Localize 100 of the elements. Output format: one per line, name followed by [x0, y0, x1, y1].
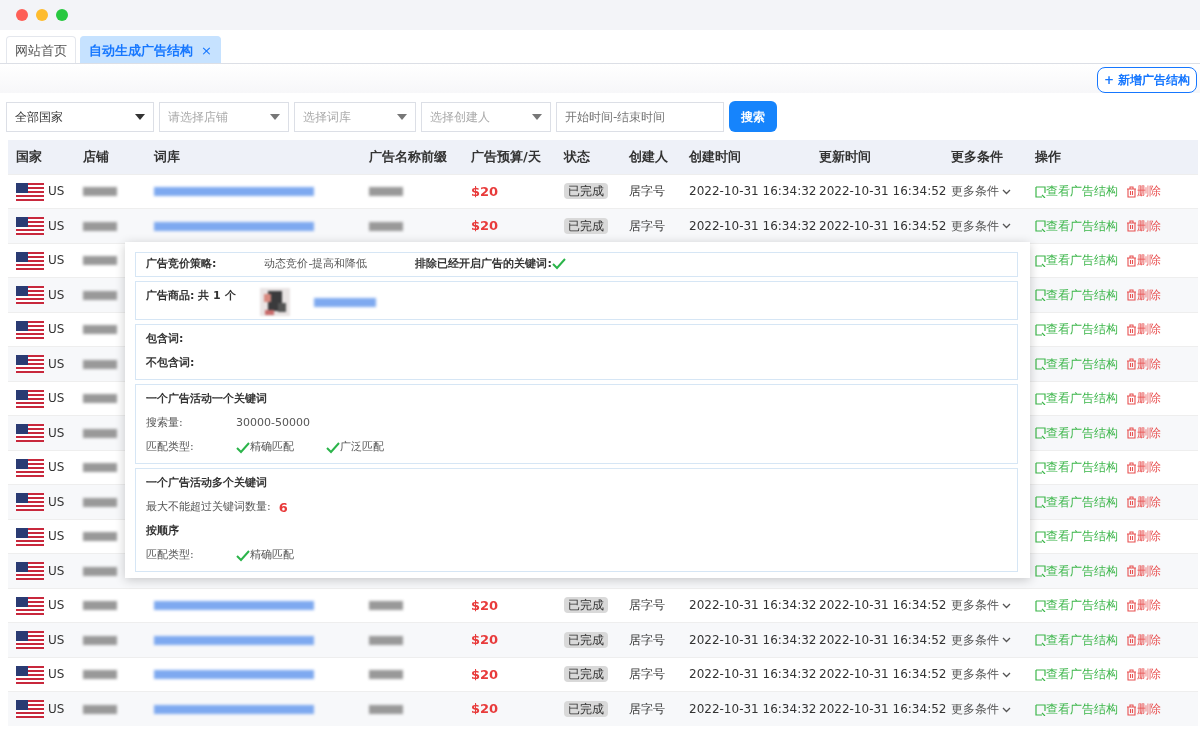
view-structure-link[interactable]: 查看广告结构	[1035, 632, 1118, 647]
minimize-dot[interactable]	[36, 9, 48, 21]
chevron-icon	[1002, 188, 1011, 195]
date-text: 2022-10-31 16:34:32	[689, 632, 817, 647]
view-structure-link[interactable]: 查看广告结构	[1035, 287, 1118, 302]
delete-link[interactable]: 删除	[1126, 425, 1161, 440]
view-structure-link[interactable]: 查看广告结构	[1035, 391, 1118, 406]
chevron-icon	[1002, 671, 1011, 678]
search-volume-label: 搜索量:	[146, 415, 184, 432]
delete-link[interactable]: 删除	[1126, 494, 1161, 509]
chevron-icon	[1002, 223, 1011, 230]
view-structure-link[interactable]: 查看广告结构	[1035, 184, 1118, 199]
trash-icon	[1126, 668, 1137, 681]
creator-text: 居字号	[629, 218, 665, 233]
view-structure-link[interactable]: 查看广告结构	[1035, 598, 1118, 613]
date-text: 2022-10-31 16:34:52	[819, 632, 947, 647]
view-icon	[1035, 703, 1046, 716]
column-header: 状态	[564, 149, 590, 164]
view-structure-link[interactable]: 查看广告结构	[1035, 356, 1118, 371]
delete-link[interactable]: 删除	[1126, 184, 1161, 199]
country-code: US	[48, 322, 65, 336]
blurred-text	[369, 670, 403, 680]
delete-link[interactable]: 删除	[1126, 702, 1161, 716]
delete-link[interactable]: 删除	[1126, 218, 1161, 233]
view-structure-link[interactable]: 查看广告结构	[1035, 253, 1118, 268]
country-code: US	[48, 356, 65, 371]
view-structure-link[interactable]: 查看广告结构	[1035, 322, 1118, 337]
close-dot[interactable]	[16, 9, 28, 21]
trash-icon	[1126, 358, 1137, 371]
delete-link[interactable]: 删除	[1126, 598, 1161, 613]
select-field[interactable]: 选择创建人	[421, 101, 551, 132]
column-header: 创建时间	[689, 149, 741, 164]
flag-icon	[16, 631, 44, 649]
budget-text: $20	[471, 666, 499, 682]
flag-icon	[16, 355, 44, 373]
more-conditions-dropdown[interactable]: 更多条件	[951, 598, 1011, 613]
order-label: 按顺序	[146, 523, 179, 540]
trash-icon	[1126, 289, 1137, 302]
date-text: 2022-10-31 16:34:52	[819, 184, 947, 199]
column-header: 创建人	[629, 149, 668, 164]
more-conditions-dropdown[interactable]: 更多条件	[951, 667, 1011, 682]
status-tag: 已完成	[564, 217, 608, 234]
tab[interactable]: 自动生成广告结构 ×	[80, 36, 221, 63]
blurred-text	[83, 601, 117, 611]
search-button[interactable]: 搜索	[729, 101, 777, 132]
blurred-text	[83, 463, 117, 473]
country-code: US	[48, 494, 65, 509]
delete-link[interactable]: 删除	[1126, 667, 1161, 682]
view-structure-link[interactable]: 查看广告结构	[1035, 667, 1118, 682]
section-title: 一个广告活动多个关键词	[146, 475, 267, 492]
add-button[interactable]: + 新增广告结构	[1096, 67, 1197, 93]
view-structure-link[interactable]: 查看广告结构	[1035, 529, 1118, 544]
select-field[interactable]: 全部国家	[6, 101, 154, 132]
strategy-label: 广告竞价策略:	[146, 256, 217, 272]
delete-link[interactable]: 删除	[1126, 322, 1161, 337]
delete-link[interactable]: 删除	[1126, 563, 1161, 578]
trash-icon	[1126, 220, 1137, 233]
blurred-text	[83, 394, 117, 404]
view-structure-link[interactable]: 查看广告结构	[1035, 563, 1118, 578]
column-header: 店铺	[83, 149, 109, 164]
flag-icon	[16, 320, 44, 339]
delete-link[interactable]: 删除	[1126, 391, 1161, 406]
search-volume-value: 30000-50000	[236, 415, 310, 432]
select-field[interactable]: 请选择店铺	[159, 101, 289, 132]
date-range-field[interactable]: 开始时间-结束时间	[556, 101, 724, 132]
delete-link[interactable]: 删除	[1126, 287, 1161, 302]
budget-text: $20	[471, 701, 499, 717]
caret-icon	[135, 113, 145, 120]
view-structure-link[interactable]: 查看广告结构	[1035, 460, 1118, 475]
chevron-icon	[1002, 706, 1011, 713]
chevron-icon	[1002, 637, 1011, 644]
blurred-text	[369, 635, 403, 645]
delete-link[interactable]: 删除	[1126, 632, 1161, 647]
view-icon	[1035, 634, 1046, 647]
close-tab-button[interactable]: ×	[201, 43, 212, 58]
country-code: US	[48, 391, 65, 405]
status-tag: 已完成	[564, 631, 608, 648]
budget-text: $20	[471, 218, 499, 233]
view-structure-link[interactable]: 查看广告结构	[1035, 494, 1118, 509]
view-icon	[1035, 185, 1046, 198]
status-tag: 已完成	[564, 666, 608, 683]
maximize-dot[interactable]	[56, 9, 68, 21]
delete-link[interactable]: 删除	[1126, 356, 1161, 371]
tab[interactable]: 网站首页	[6, 36, 76, 63]
creator-text: 居字号	[629, 184, 665, 199]
status-tag: 已完成	[564, 701, 608, 717]
more-conditions-dropdown[interactable]: 更多条件	[951, 184, 1011, 199]
budget-text: $20	[471, 632, 499, 647]
delete-link[interactable]: 删除	[1126, 529, 1161, 544]
select-field[interactable]: 选择词库	[294, 101, 416, 132]
date-text: 2022-10-31 16:34:52	[819, 667, 947, 682]
delete-link[interactable]: 删除	[1126, 460, 1161, 475]
date-text: 2022-10-31 16:34:32	[689, 218, 817, 233]
view-structure-link[interactable]: 查看广告结构	[1035, 702, 1118, 716]
country-code: US	[48, 667, 65, 681]
trash-icon	[1126, 323, 1137, 336]
view-icon	[1035, 358, 1046, 371]
view-structure-link[interactable]: 查看广告结构	[1035, 425, 1118, 440]
delete-link[interactable]: 删除	[1126, 253, 1161, 268]
view-structure-link[interactable]: 查看广告结构	[1035, 218, 1118, 233]
